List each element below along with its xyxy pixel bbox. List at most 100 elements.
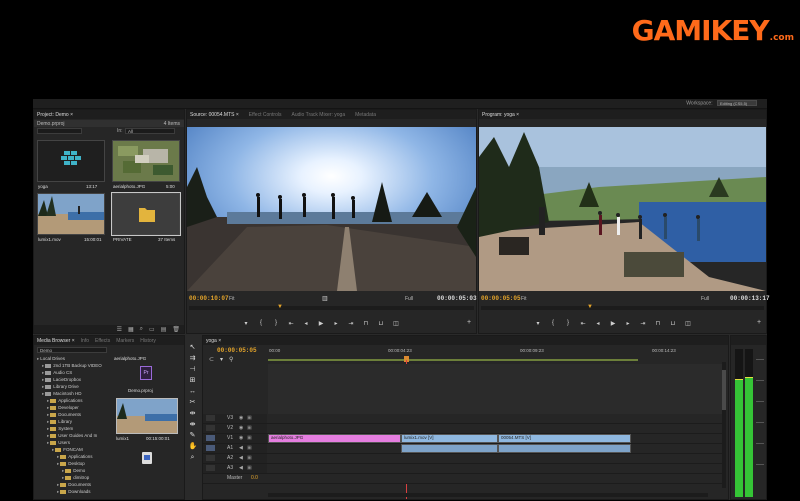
lock-icon[interactable]: ▣ (247, 425, 252, 431)
track-target-toggle[interactable] (206, 425, 215, 431)
disclosure-triangle-icon[interactable]: ▸ (47, 412, 49, 417)
folder-tree-item[interactable]: ▸ Macintosh HD (42, 391, 82, 397)
mark-in-icon[interactable]: { (257, 320, 265, 326)
folder-tree-item[interactable]: ▸ dimitrop (62, 475, 89, 481)
file-item-premiere-project[interactable]: Pr (140, 366, 152, 380)
tab-program[interactable]: Program: yoga × (482, 112, 519, 118)
file-item-lumix1[interactable] (116, 398, 178, 434)
go-to-in-icon[interactable]: ⇤ (287, 320, 295, 327)
tab-metadata[interactable]: Metadata (355, 112, 376, 118)
zoom-tool-icon[interactable]: ⌕ (189, 454, 197, 462)
scroll-thumb[interactable] (722, 370, 726, 410)
mark-in-icon[interactable]: { (549, 320, 557, 326)
track-select-tool-icon[interactable]: ⇉ (189, 355, 197, 363)
lock-icon[interactable]: ▣ (247, 465, 252, 471)
master-track[interactable]: Master 0.0 (203, 474, 723, 484)
folder-tree-item[interactable]: ▸ Desktop (57, 461, 85, 467)
new-bin-icon[interactable]: ▭ (149, 326, 155, 333)
play-icon[interactable]: ▶ (317, 320, 325, 327)
rolling-edit-tool-icon[interactable]: ⊞ (189, 377, 197, 385)
speaker-icon[interactable]: ◀ (239, 465, 243, 471)
tab-audio-track-mixer[interactable]: Audio Track Mixer: yoga (291, 112, 345, 118)
add-marker-icon[interactable]: ▾ (534, 320, 542, 327)
go-to-out-icon[interactable]: ⇥ (347, 320, 355, 327)
project-item-private[interactable] (111, 192, 181, 236)
trash-icon[interactable]: 🗑 (172, 326, 180, 333)
video-clip[interactable]: lumix1.mov [V] (401, 434, 498, 443)
go-to-out-icon[interactable]: ⇥ (639, 320, 647, 327)
workspace-dropdown[interactable]: Editing (CS5.5) (717, 100, 757, 106)
rate-stretch-tool-icon[interactable]: ↔ (189, 388, 197, 396)
folder-tree-item[interactable]: ▸ Downloads (57, 489, 91, 495)
pen-tool-icon[interactable]: ✎ (189, 432, 197, 440)
tab-history[interactable]: History (140, 338, 156, 344)
selection-tool-icon[interactable]: ↖ (189, 344, 197, 352)
audio-clip[interactable] (401, 444, 498, 453)
program-quality-dropdown[interactable]: Full (701, 296, 709, 302)
disclosure-triangle-icon[interactable]: ▸ (47, 419, 49, 424)
source-timecode[interactable]: 00:00:10:07 (189, 295, 229, 302)
program-playhead-icon[interactable]: ▼ (587, 304, 593, 310)
eye-icon[interactable]: ◉ (239, 435, 243, 441)
disclosure-triangle-icon[interactable]: ▸ (42, 370, 44, 375)
track-target-toggle[interactable] (206, 455, 215, 461)
location-dropdown[interactable]: Demo (37, 347, 107, 353)
step-back-icon[interactable]: ◂ (594, 320, 602, 327)
search-scope-dropdown[interactable]: All (125, 128, 175, 134)
timeline-timecode[interactable]: 00:00:05:05 (217, 347, 257, 354)
timeline-zoom-bar[interactable] (268, 493, 708, 497)
track-v2[interactable]: V2 ◉ ▣ (203, 424, 723, 434)
video-clip[interactable]: aerialphoto.JPG (268, 434, 401, 443)
speaker-icon[interactable]: ◀ (239, 455, 243, 461)
folder-tree-item[interactable]: ▸ Library (47, 419, 72, 425)
disclosure-triangle-icon[interactable]: ▸ (42, 363, 44, 368)
step-forward-icon[interactable]: ▸ (332, 320, 340, 327)
track-target-toggle[interactable] (206, 465, 215, 471)
go-to-in-icon[interactable]: ⇤ (579, 320, 587, 327)
folder-tree-item[interactable]: ▸ Library Drive (42, 384, 79, 390)
folder-tree-item[interactable]: ▸ User Guides And In (47, 433, 97, 439)
disclosure-triangle-icon[interactable]: ▸ (47, 440, 49, 445)
folder-tree-item[interactable]: ▸ LacieDropbox (42, 377, 81, 383)
disclosure-triangle-icon[interactable]: ▸ (57, 489, 59, 494)
work-area-bar[interactable] (268, 359, 638, 361)
source-marker-icon[interactable]: ▥ (322, 295, 328, 302)
speaker-icon[interactable]: ◀ (239, 445, 243, 451)
folder-tree-item[interactable]: ▸Local Drives (37, 356, 65, 362)
insert-icon[interactable]: ⊓ (362, 320, 370, 327)
folder-tree-item[interactable]: ▸ Applications (47, 398, 83, 404)
ripple-edit-tool-icon[interactable]: ⊣ (189, 366, 197, 374)
overwrite-icon[interactable]: ⊔ (377, 320, 385, 327)
disclosure-triangle-icon[interactable]: ▸ (57, 454, 59, 459)
lock-icon[interactable]: ▣ (247, 445, 252, 451)
disclosure-triangle-icon[interactable]: ▸ (47, 398, 49, 403)
program-fit-dropdown[interactable]: Fit (521, 296, 527, 302)
folder-tree-item[interactable]: ▸ 2nd 1TB Backup VIDEO (42, 363, 102, 369)
slip-tool-icon[interactable]: ⇹ (189, 410, 197, 418)
track-target-toggle[interactable] (206, 415, 215, 421)
folder-tree-item[interactable]: ▸ Demo (62, 468, 85, 474)
slide-tool-icon[interactable]: ⇼ (189, 421, 197, 429)
tab-effect-controls[interactable]: Effect Controls (249, 112, 282, 118)
disclosure-triangle-icon[interactable]: ▸ (62, 475, 64, 480)
linked-selection-icon[interactable]: ⚲ (229, 356, 233, 363)
lock-icon[interactable]: ▣ (247, 435, 252, 441)
razor-tool-icon[interactable]: ✂ (189, 399, 197, 407)
master-volume[interactable]: 0.0 (251, 475, 258, 481)
icon-view-icon[interactable]: ▦ (128, 326, 134, 333)
timeline-ruler[interactable]: 00:00 00:00:04:23 00:00:09:23 00:00:14:2… (268, 348, 728, 362)
tab-project[interactable]: Project: Demo × (37, 112, 73, 118)
hand-tool-icon[interactable]: ✋ (189, 443, 198, 451)
step-back-icon[interactable]: ◂ (302, 320, 310, 327)
disclosure-triangle-icon[interactable]: ▸ (42, 377, 44, 382)
eye-icon[interactable]: ◉ (239, 425, 243, 431)
source-quality-dropdown[interactable]: Full (405, 296, 413, 302)
step-forward-icon[interactable]: ▸ (624, 320, 632, 327)
track-target-toggle[interactable] (206, 435, 215, 441)
project-item-yoga[interactable] (37, 140, 105, 182)
tab-info[interactable]: Info (81, 338, 89, 344)
workspace-selector[interactable]: Workspace: Editing (CS5.5) (686, 100, 757, 106)
program-timecode[interactable]: 00:00:05:05 (481, 295, 521, 302)
program-add-button-icon[interactable]: + (757, 319, 761, 326)
folder-tree-item[interactable]: ▸ Documents (57, 482, 91, 488)
